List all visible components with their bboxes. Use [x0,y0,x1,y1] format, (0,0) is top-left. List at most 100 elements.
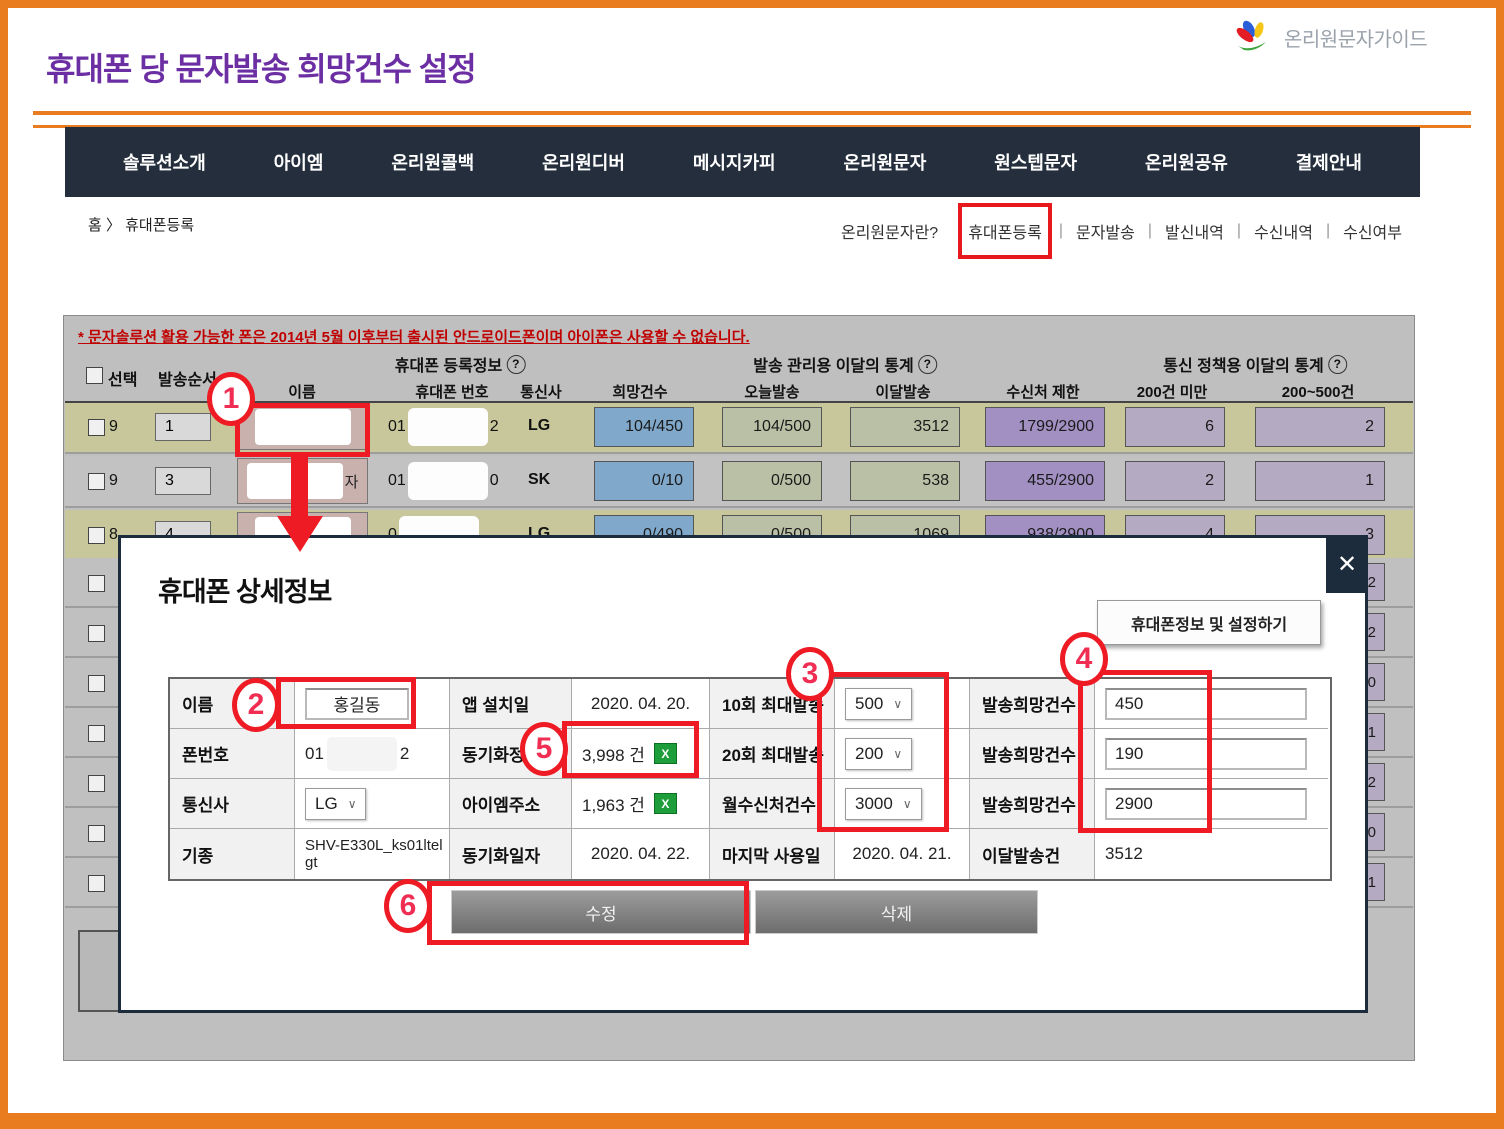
title-divider [33,111,1471,128]
max10-select[interactable]: 500 ∨ [845,688,912,720]
submenu-item-sent-history[interactable]: 발신내역 [1165,219,1224,243]
excel-download-icon[interactable]: X [654,743,677,764]
chevron-down-icon: ∨ [893,697,902,711]
hope-count-input-2[interactable]: 190 [1105,738,1307,770]
chevron-down-icon: ∨ [348,797,357,811]
nav-item-sms[interactable]: 온리원문자 [844,149,927,175]
table-warning-text: * 문자솔루션 활용 가능한 폰은 2014년 5월 이후부터 출시된 안드로이… [78,326,750,347]
redacted-phone [408,408,488,446]
detail-label-month-sent: 이달발송건 [970,829,1095,879]
redacted-phone [408,462,488,500]
help-icon[interactable]: ? [1328,355,1347,374]
detail-value-name: 홍길동 [295,679,450,729]
redacted-name [255,409,351,445]
nav-item-payment[interactable]: 결제안내 [1296,149,1362,175]
excel-download-icon[interactable]: X [654,793,677,814]
carrier-select[interactable]: LG ∨ [305,788,366,820]
chevron-down-icon: ∨ [893,747,902,761]
submenu-item-received-history[interactable]: 수신내역 [1254,219,1313,243]
detail-label-last-used: 마지막 사용일 [710,829,835,879]
help-icon[interactable]: ? [506,355,525,374]
phone-settings-button[interactable]: 휴대폰정보 및 설정하기 [1097,600,1321,645]
main-nav: 솔루션소개 아이엠 온리원콜백 온리원디버 메시지카피 온리원문자 원스텝문자 … [65,127,1420,197]
nav-item-db[interactable]: 온리원디버 [542,149,625,175]
col-name-label: 이름 [288,381,316,402]
table-row: 9 3 자 01 0 SK 0/10 0/500 538 455/2900 2 … [65,456,1413,508]
detail-value-hope3: 2900 [1095,779,1328,829]
table-row: 9 1 01 2 LG 104/450 104/500 3512 1799/29… [65,402,1413,454]
row-select-count: 8 [109,526,118,544]
nav-item-im[interactable]: 아이엠 [274,149,324,175]
delete-button[interactable]: 삭제 [755,890,1038,934]
under200-cell: 6 [1125,407,1225,447]
nav-item-messagecopy[interactable]: 메시지카피 [693,149,776,175]
detail-value-month-receivers: 3000 ∨ [835,779,970,829]
detail-label-hope2: 발송희망건수 [970,729,1095,779]
row-checkbox[interactable] [88,675,105,692]
send-order-input[interactable]: 3 [155,467,211,495]
detail-value-max20: 200 ∨ [835,729,970,779]
nav-item-solution[interactable]: 솔루션소개 [123,149,206,175]
detail-value-phone-number: 01 2 [295,729,450,779]
send-order-input[interactable]: 1 [155,413,211,441]
modal-title: 휴대폰 상세정보 [158,570,331,609]
detail-label-sync-date: 동기화일자 [450,829,572,879]
nav-item-share[interactable]: 온리원공유 [1145,149,1228,175]
detail-label-max20: 20회 최대발송 [710,729,835,779]
help-icon[interactable]: ? [918,355,937,374]
row-checkbox[interactable] [88,473,105,490]
col-today-label: 오늘발송 [744,381,799,402]
phone-name-cell[interactable] [237,404,368,450]
receiver-limit-cell: 1799/2900 [985,407,1105,447]
row-checkbox[interactable] [88,875,105,892]
row-checkbox[interactable] [88,419,105,436]
phone-name-cell[interactable]: 자 [237,458,368,504]
row-checkbox[interactable] [88,775,105,792]
col-limit-label: 수신처 제한 [1006,381,1079,402]
row-checkbox[interactable] [88,825,105,842]
submenu-separator: | [1059,222,1063,240]
row-select-count: 9 [109,418,118,436]
max20-select[interactable]: 200 ∨ [845,738,912,770]
under200-cell: 2 [1125,461,1225,501]
hope-count-input-1[interactable]: 450 [1105,688,1307,720]
header-divider [65,401,1413,403]
chevron-down-icon: ∨ [903,797,912,811]
nav-item-onestep[interactable]: 원스텝문자 [994,149,1077,175]
submenu-item-send[interactable]: 문자발송 [1076,219,1135,243]
row-checkbox[interactable] [88,625,105,642]
phone-number-cell: 01 0 [388,462,499,500]
edit-button[interactable]: 수정 [451,890,751,934]
detail-label-phone-number: 폰번호 [170,729,295,779]
carrier-cell: LG [528,417,550,435]
row-checkbox[interactable] [88,527,105,544]
phone-detail-modal: ✕ 휴대폰 상세정보 휴대폰정보 및 설정하기 이름 홍길동 앱 설치일 202… [118,535,1368,1013]
col-phone-label: 휴대폰 번호 [415,381,488,402]
col-200to500-label: 200~500건 [1282,381,1355,402]
submenu-item-receive-status[interactable]: 수신여부 [1343,219,1402,243]
hope-count-input-3[interactable]: 2900 [1105,788,1307,820]
submenu-separator: | [1148,222,1152,240]
detail-value-month-sent: 3512 [1095,829,1328,879]
phone-number-cell: 01 2 [388,408,499,446]
detail-value-im-address: 1,963 건 X [572,779,710,829]
breadcrumb: 홈 〉 휴대폰등록 [88,214,194,235]
detail-value-hope2: 190 [1095,729,1328,779]
carrier-cell: SK [528,471,550,489]
submenu-separator: | [1237,222,1241,240]
close-icon[interactable]: ✕ [1326,535,1368,593]
select-all-checkbox[interactable] [86,367,103,384]
month-receiver-select[interactable]: 3000 ∨ [845,788,922,820]
submenu-item-about[interactable]: 온리원문자란? [841,219,938,243]
detail-label-model: 기종 [170,829,295,879]
row-checkbox[interactable] [88,725,105,742]
detail-label-app-install-date: 앱 설치일 [450,679,572,729]
nav-item-callback[interactable]: 온리원콜백 [391,149,474,175]
name-input[interactable]: 홍길동 [305,688,409,720]
today-sent-cell: 0/500 [722,461,822,501]
detail-label-hope1: 발송희망건수 [970,679,1095,729]
detail-label-month-receivers: 월수신처건수 [710,779,835,829]
col-month-label: 이달발송 [875,381,930,402]
row-checkbox[interactable] [88,575,105,592]
submenu-item-phone-register[interactable]: 휴대폰등록 [958,203,1052,259]
